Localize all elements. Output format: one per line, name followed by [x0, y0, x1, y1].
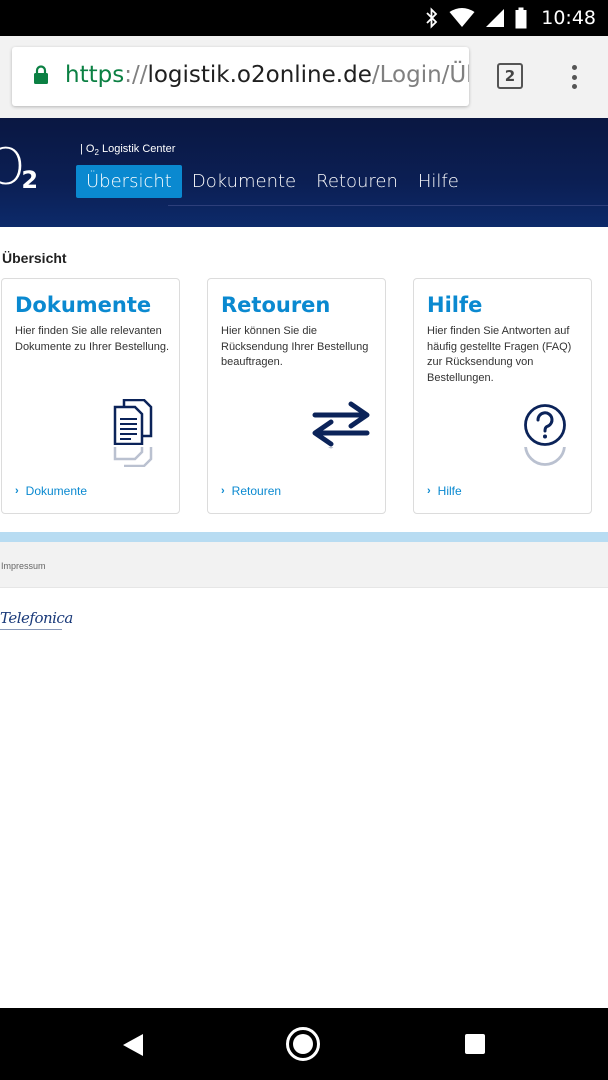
wifi-icon: [449, 8, 475, 27]
card-hilfe[interactable]: Hilfe Hier finden Sie Antworten auf häuf…: [413, 278, 592, 514]
card-dokumente[interactable]: Dokumente Hier finden Sie alle relevante…: [1, 278, 180, 514]
menu-dot-icon: [571, 84, 577, 89]
menu-dot-icon: [571, 65, 577, 70]
url-scheme: https: [65, 62, 125, 88]
chevron-right-icon: ›: [221, 485, 225, 497]
question-icon: [523, 403, 567, 452]
browser-toolbar: https://logistik.o2online.de/Login/Übe 2: [0, 36, 608, 118]
question-icon-reflection: [523, 447, 567, 467]
url-path: /Login/Übe: [371, 62, 469, 88]
card-title: Dokumente: [15, 293, 152, 317]
footer: Impressum: [0, 542, 608, 588]
brand-underline: [0, 629, 62, 630]
back-icon[interactable]: [122, 1033, 144, 1057]
card-text: Hier können Sie die Rücksendung Ihrer Be…: [221, 325, 369, 368]
battery-icon: [515, 7, 527, 29]
exchange-arrows-icon-reflection: [309, 447, 373, 467]
menu-dot-icon: [571, 74, 577, 80]
main-nav: Übersicht Dokumente Retouren Hilfe: [76, 165, 469, 198]
bluetooth-icon: [426, 7, 438, 29]
page-title: Übersicht: [2, 250, 67, 266]
site-header: O2 | O2 Logistik Center Übersicht Dokume…: [0, 118, 608, 227]
nav-retouren[interactable]: Retouren: [306, 165, 408, 198]
url-host: logistik.o2online.de: [147, 62, 372, 88]
card-title: Retouren: [221, 293, 331, 317]
link-label: Dokumente: [25, 484, 88, 498]
address-bar[interactable]: https://logistik.o2online.de/Login/Übe: [12, 47, 469, 106]
nav-uebersicht[interactable]: Übersicht: [76, 165, 182, 198]
card-text: Hier finden Sie alle relevanten Dokument…: [15, 325, 170, 353]
browser-menu-button[interactable]: [562, 62, 586, 92]
status-time: 10:48: [541, 7, 596, 29]
brand-name: Telefonica: [0, 609, 73, 627]
card-title: Hilfe: [427, 293, 483, 317]
tab-count: 2: [504, 67, 516, 85]
chevron-right-icon: ›: [427, 485, 431, 497]
home-icon[interactable]: [286, 1027, 320, 1061]
documents-icon: [113, 398, 153, 450]
android-nav-bar: [0, 1008, 608, 1080]
status-icons: 10:48: [425, 0, 596, 36]
link-hilfe[interactable]: › Hilfe: [427, 484, 462, 498]
tab-switcher-button[interactable]: 2: [497, 63, 523, 89]
telefonica-logo[interactable]: Telefonica: [0, 609, 73, 630]
footer-strip: [0, 532, 608, 542]
documents-icon-reflection: [113, 447, 153, 467]
nav-divider: [168, 205, 608, 206]
link-retouren[interactable]: › Retouren: [221, 484, 281, 498]
link-label: Retouren: [231, 484, 282, 498]
logo-sub: 2: [21, 166, 39, 194]
recent-apps-icon[interactable]: [465, 1034, 485, 1054]
nav-dokumente[interactable]: Dokumente: [182, 165, 306, 198]
center-label-rest: Logistik Center: [98, 143, 176, 155]
logistik-center-label: | O2 Logistik Center: [80, 143, 175, 157]
impressum-link[interactable]: Impressum: [1, 561, 46, 571]
nav-hilfe[interactable]: Hilfe: [408, 165, 469, 198]
status-bar: 10:48: [0, 0, 608, 36]
url-separator: ://: [124, 62, 148, 88]
link-dokumente[interactable]: › Dokumente: [15, 484, 87, 498]
chevron-right-icon: ›: [15, 485, 19, 497]
exchange-arrows-icon: [309, 401, 373, 452]
logo-main: O: [0, 138, 25, 196]
card-retouren[interactable]: Retouren Hier können Sie die Rücksendung…: [207, 278, 386, 514]
center-label-prefix: | O: [80, 143, 95, 155]
link-label: Hilfe: [437, 484, 462, 498]
url-text: https://logistik.o2online.de/Login/Übe: [65, 62, 469, 88]
card-text: Hier finden Sie Antworten auf häufig ges…: [427, 325, 572, 384]
o2-logo[interactable]: O2: [0, 138, 38, 196]
signal-icon: [486, 9, 505, 27]
lock-icon: [34, 65, 48, 84]
screen: 10:48 https://logistik.o2online.de/Login…: [0, 0, 608, 1080]
